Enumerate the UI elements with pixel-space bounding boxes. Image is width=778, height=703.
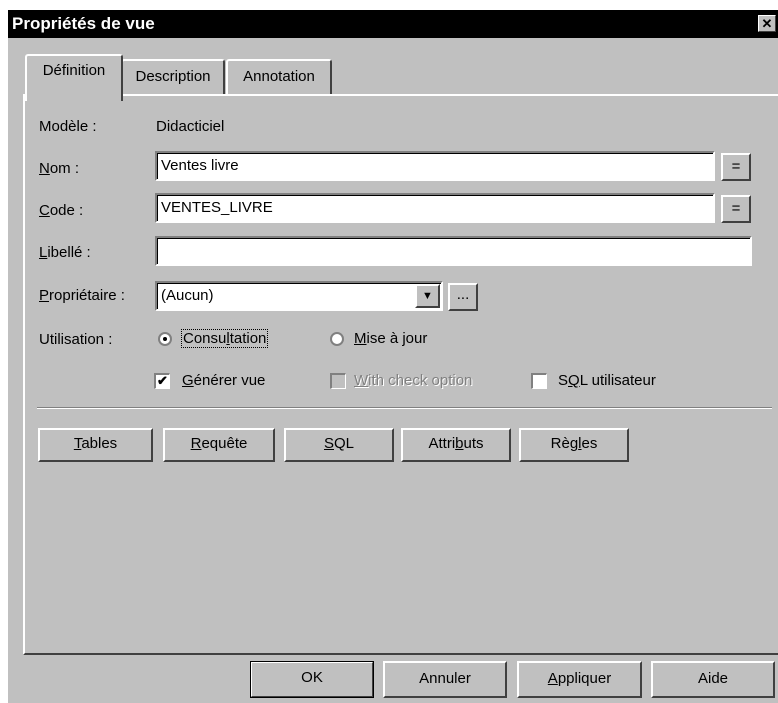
tables-text: ables (81, 435, 118, 452)
code-input[interactable]: VENTES_LIVRE (155, 193, 715, 223)
radio-consultation-text-a: Consu (183, 330, 227, 347)
proprietaire-label: Propriétaire : (39, 287, 125, 304)
code-label-accel: C (39, 202, 50, 219)
annuler-label: Annuler (419, 670, 471, 687)
checkbox-sql-utilisateur-box (531, 373, 547, 389)
radio-mise-a-jour-accel: M (354, 330, 367, 347)
aide-label: Aide (697, 670, 729, 687)
checkbox-generer-vue-accel: G (182, 372, 194, 389)
checkbox-with-check-option-text: ith check option (368, 372, 473, 389)
tab-label: Annotation (243, 68, 315, 85)
proprietaire-browse-button[interactable]: ... (448, 283, 478, 311)
attributs-text-a: Attri (428, 435, 456, 452)
checkbox-generer-vue-label: Générer vue (182, 372, 265, 389)
tables-button[interactable]: Tables (38, 428, 153, 462)
proprietaire-select[interactable]: (Aucun) (155, 281, 443, 311)
regles-button[interactable]: Règles (519, 428, 629, 462)
ellipsis-icon: ... (456, 286, 470, 303)
radio-consultation-indicator (158, 332, 172, 346)
nom-input[interactable]: Ventes livre (155, 151, 715, 181)
tab-label: Définition (42, 62, 106, 79)
annuler-button[interactable]: Annuler (383, 661, 507, 698)
modele-value: Didacticiel (156, 118, 225, 135)
nom-equals-button[interactable]: = (721, 153, 751, 181)
ok-button[interactable]: OK (250, 661, 374, 698)
ok-label: OK (301, 669, 323, 686)
check-icon: ✔ (157, 373, 168, 388)
code-label: Code : (39, 202, 83, 219)
equals-icon: = (731, 200, 741, 217)
tab-annotation[interactable]: Annotation (226, 59, 332, 96)
tab-definition[interactable]: Définition (25, 54, 123, 101)
sql-button[interactable]: SQL (284, 428, 394, 462)
libelle-label-text: ibellé : (47, 244, 91, 261)
appliquer-button[interactable]: Appliquer (517, 661, 642, 698)
radio-mise-a-jour-text: ise à jour (366, 330, 428, 347)
window-title: Propriétés de vue (12, 14, 155, 33)
checkbox-with-check-option[interactable]: With check option (330, 370, 510, 392)
checkbox-generer-vue[interactable]: ✔ Générer vue (154, 370, 294, 392)
panel-separator (37, 407, 772, 409)
appliquer-text: ppliquer (557, 670, 612, 687)
code-equals-button[interactable]: = (721, 195, 751, 223)
checkbox-sql-utilisateur-text-a: S (558, 372, 569, 389)
title-bar[interactable]: Propriétés de vue ✕ (8, 10, 778, 38)
checkbox-sql-utilisateur-text-b: L utilisateur (579, 372, 656, 389)
appliquer-accel: A (547, 670, 558, 687)
attributs-accel: b (455, 435, 464, 452)
radio-mise-a-jour[interactable]: Mise à jour (330, 328, 460, 350)
close-icon: ✕ (761, 16, 773, 31)
nom-label-text: om : (49, 160, 80, 177)
checkbox-generer-vue-box: ✔ (154, 373, 170, 389)
checkbox-with-check-option-accel: W (354, 372, 369, 389)
aide-button[interactable]: Aide (651, 661, 775, 698)
proprietaire-label-accel: P (39, 287, 50, 304)
proprietaire-dropdown-button[interactable]: ▼ (415, 284, 440, 308)
checkbox-with-check-option-box (330, 373, 346, 389)
nom-label: Nom : (39, 160, 79, 177)
attributs-text-b: uts (463, 435, 484, 452)
sql-text: QL (334, 435, 355, 452)
checkbox-generer-vue-text: énérer vue (193, 372, 266, 389)
code-label-text: ode : (49, 202, 84, 219)
checkbox-sql-utilisateur-label: SQL utilisateur (558, 372, 656, 389)
radio-consultation-text-b: tation (229, 330, 267, 347)
equals-icon: = (731, 158, 741, 175)
radio-mise-a-jour-label: Mise à jour (354, 330, 427, 347)
attributs-button[interactable]: Attributs (401, 428, 511, 462)
close-button[interactable]: ✕ (758, 15, 776, 32)
utilisation-label: Utilisation : (39, 331, 113, 348)
chevron-down-icon: ▼ (422, 290, 433, 302)
tab-description[interactable]: Description (121, 59, 225, 96)
checkbox-sql-utilisateur[interactable]: SQL utilisateur (531, 370, 691, 392)
regles-text-b: es (581, 435, 598, 452)
proprietaire-selected-value: (Aucun) (161, 287, 214, 304)
radio-consultation-label: Consultation (180, 329, 269, 348)
checkbox-sql-utilisateur-accel: Q (568, 372, 580, 389)
dialog-window: Propriétés de vue ✕ Définition Descripti… (8, 10, 778, 703)
checkbox-with-check-option-label: With check option (354, 372, 472, 389)
requete-text: equête (201, 435, 248, 452)
requete-accel: R (190, 435, 202, 452)
libelle-label: Libellé : (39, 244, 91, 261)
radio-mise-a-jour-indicator (330, 332, 344, 346)
tab-label: Description (135, 68, 211, 85)
radio-consultation[interactable]: Consultation (158, 328, 288, 350)
nom-label-accel: N (39, 160, 50, 177)
sql-accel: S (323, 435, 334, 452)
proprietaire-label-text: ropriétaire : (49, 287, 125, 304)
requete-button[interactable]: Requête (163, 428, 275, 462)
modele-label: Modèle : (39, 118, 97, 135)
libelle-input[interactable] (155, 236, 752, 266)
regles-text-a: Règ (550, 435, 579, 452)
